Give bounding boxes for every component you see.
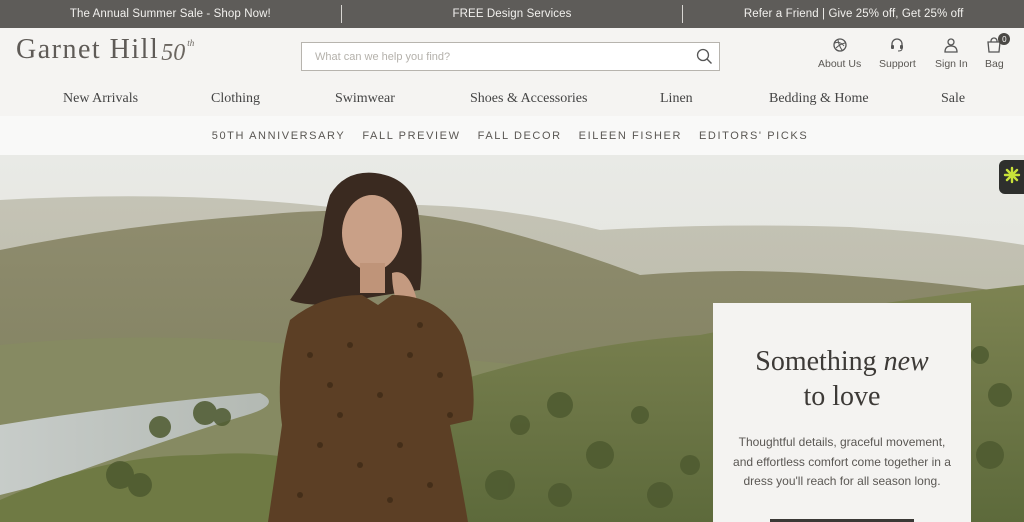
user-icon <box>942 36 960 54</box>
subnav-50th-anniversary[interactable]: 50TH ANNIVERSARY <box>212 130 346 142</box>
support-label: Support <box>879 58 916 70</box>
promo-bar: The Annual Summer Sale - Shop Now! FREE … <box>0 0 1024 28</box>
subnav-fall-preview[interactable]: FALL PREVIEW <box>362 130 460 142</box>
site-header: Garnet Hill 50 th About Us Support Sign … <box>0 28 1024 84</box>
about-us-label: About Us <box>818 58 862 70</box>
hero-card-body: Thoughtful details, graceful movement, a… <box>733 435 951 488</box>
subnav-fall-decor[interactable]: FALL DECOR <box>478 130 562 142</box>
search-input[interactable] <box>302 50 689 63</box>
accessibility-widget-button[interactable] <box>999 160 1024 194</box>
main-navigation: New Arrivals Clothing Swimwear Shoes & A… <box>0 84 1024 116</box>
hero-card-title-emphasis: new <box>883 346 929 377</box>
nav-shoes-accessories[interactable]: Shoes & Accessories <box>470 91 587 107</box>
promo-link-refer-friend[interactable]: Refer a Friend | Give 25% off, Get 25% o… <box>683 8 1024 20</box>
bag-count-badge: 0 <box>998 33 1011 45</box>
sign-in-label: Sign In <box>935 58 968 70</box>
accessibility-flower-icon <box>1003 166 1021 189</box>
nav-linen[interactable]: Linen <box>660 91 693 107</box>
sign-in-link[interactable]: Sign In <box>935 36 968 70</box>
promo-link-sale[interactable]: The Annual Summer Sale - Shop Now! <box>0 8 341 20</box>
sub-navigation: 50TH ANNIVERSARY FALL PREVIEW FALL DECOR… <box>0 116 1024 155</box>
hero-card-title-part2: to love <box>803 381 881 412</box>
about-us-link[interactable]: About Us <box>818 36 861 70</box>
site-logo[interactable]: Garnet Hill 50 th <box>16 34 194 67</box>
subnav-editors-picks[interactable]: EDITORS' PICKS <box>699 130 808 142</box>
promo-link-design-services[interactable]: FREE Design Services <box>342 8 683 20</box>
bag-label: Bag <box>985 58 1004 70</box>
bag-link[interactable]: 0 Bag <box>985 33 1011 70</box>
logo-anniversary-mark: 50 th <box>161 38 194 67</box>
nav-swimwear[interactable]: Swimwear <box>335 91 395 107</box>
hero-card-title-part1: Something <box>755 346 884 377</box>
nav-sale[interactable]: Sale <box>941 91 965 107</box>
logo-wordmark: Garnet Hill <box>16 34 160 65</box>
shopping-bag-icon: 0 <box>985 33 1011 54</box>
support-link[interactable]: Support <box>879 36 916 70</box>
hero-promo-card: Something new to love Thoughtful details… <box>713 303 971 522</box>
search-icon[interactable] <box>689 43 719 71</box>
nav-clothing[interactable]: Clothing <box>211 91 260 107</box>
logo-anniversary-number: 50 <box>161 40 186 66</box>
yarn-ball-icon <box>831 36 849 54</box>
nav-new-arrivals[interactable]: New Arrivals <box>63 91 138 107</box>
search-box <box>301 42 720 71</box>
nav-bedding-home[interactable]: Bedding & Home <box>769 91 869 107</box>
hero-card-title: Something new to love <box>713 344 971 414</box>
subnav-eileen-fisher[interactable]: EILEEN FISHER <box>579 130 682 142</box>
logo-anniversary-suffix: th <box>187 38 195 48</box>
headset-icon <box>888 36 906 54</box>
